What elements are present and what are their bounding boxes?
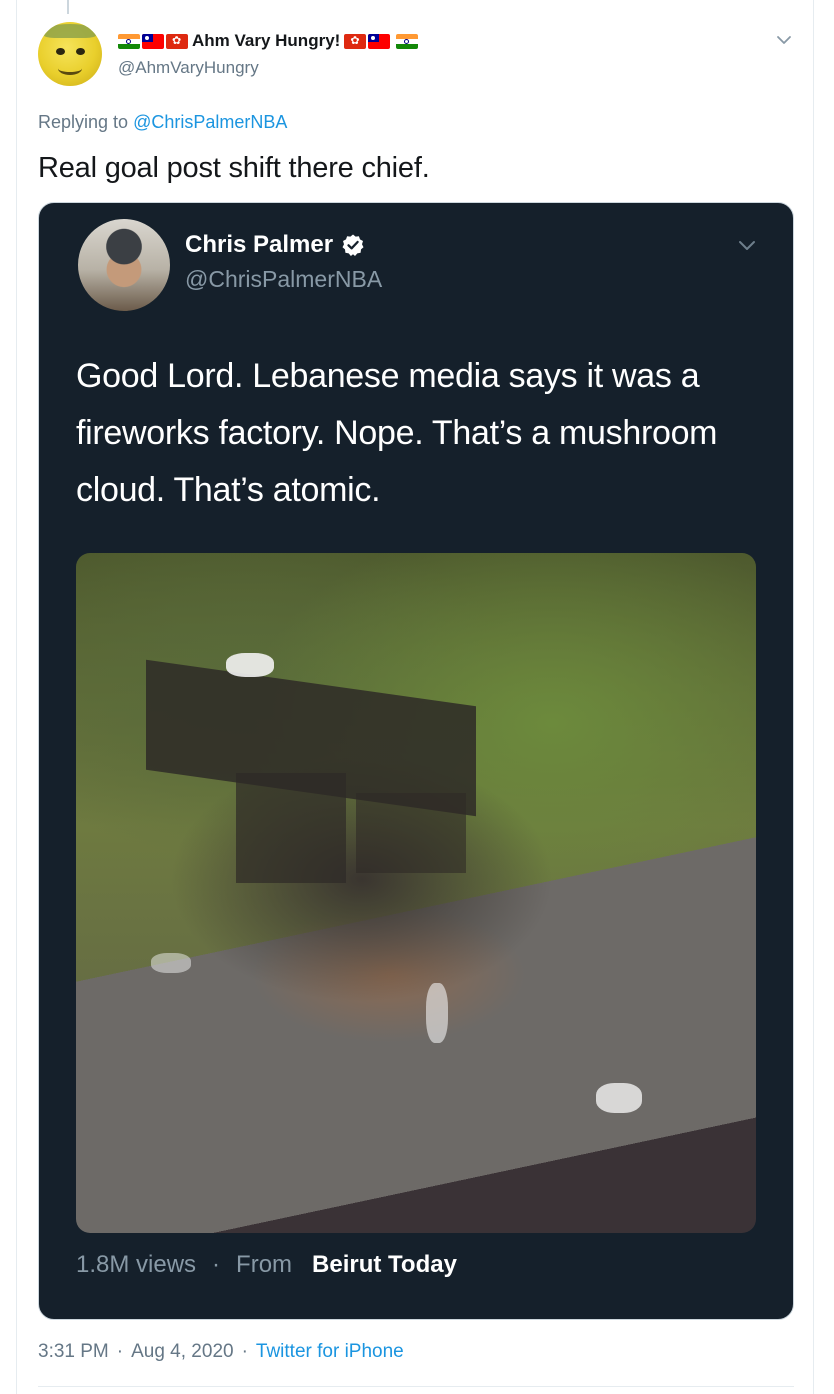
india-flag-icon [118, 33, 140, 49]
video-frame-shape [236, 773, 346, 883]
quoted-tweet[interactable]: Chris Palmer @ChrisPalmerNBA Good Lord. … [38, 202, 794, 1320]
replying-to: Replying to @ChrisPalmerNBA [38, 112, 287, 133]
video-frame-shape [356, 793, 466, 873]
view-count: 1.8M views [76, 1251, 197, 1278]
video-frame-glint [151, 953, 191, 973]
video-frame-glint [426, 983, 448, 1043]
quoted-handle[interactable]: @ChrisPalmerNBA [185, 266, 382, 293]
quoted-avatar[interactable] [76, 217, 172, 313]
replying-mention-link[interactable]: @ChrisPalmerNBA [133, 112, 287, 132]
india-flag-icon [396, 33, 419, 49]
quoted-author-name-row[interactable]: Chris Palmer [185, 231, 365, 259]
verified-badge-icon [342, 234, 364, 256]
avatar-eye [56, 48, 65, 55]
separator-dot: · [241, 1341, 248, 1362]
separator-dot: · [116, 1341, 124, 1362]
avatar-mouth [58, 62, 82, 75]
from-label: From [236, 1251, 293, 1278]
avatar-eye [76, 48, 85, 55]
video-meta: 1.8M views · From Beirut Today [76, 1251, 457, 1279]
replying-prefix: Replying to [38, 112, 129, 132]
reply-avatar[interactable] [38, 22, 102, 86]
taiwan-flag-icon [368, 33, 391, 49]
chevron-down-icon[interactable] [774, 30, 794, 50]
timestamp-date[interactable]: Aug 4, 2020 [131, 1341, 233, 1363]
video-player[interactable] [76, 553, 756, 1233]
divider [38, 1386, 794, 1387]
reply-author-name-row[interactable]: Ahm Vary Hungry! [118, 31, 419, 51]
avatar-hat [44, 24, 96, 38]
chevron-down-icon[interactable] [735, 233, 759, 257]
thread-connector-line [67, 0, 69, 14]
client-link[interactable]: Twitter for iPhone [256, 1341, 404, 1363]
tweet-metadata: 3:31 PM · Aug 4, 2020 · Twitter for iPho… [38, 1341, 404, 1363]
reply-handle[interactable]: @AhmVaryHungry [118, 58, 259, 78]
separator-dot: · [212, 1251, 221, 1278]
taiwan-flag-icon [142, 33, 164, 49]
hong-kong-flag-icon [344, 33, 367, 49]
reply-display-name[interactable]: Ahm Vary Hungry! [192, 31, 340, 51]
quoted-display-name[interactable]: Chris Palmer [185, 231, 333, 259]
reply-tweet-text: Real goal post shift there chief. [38, 152, 430, 184]
video-frame-glint [226, 653, 274, 677]
hong-kong-flag-icon [166, 33, 188, 49]
quoted-tweet-text: Good Lord. Lebanese media says it was a … [76, 357, 718, 509]
video-frame-glint [596, 1083, 642, 1113]
timestamp-time[interactable]: 3:31 PM [38, 1341, 109, 1363]
video-source-link[interactable]: Beirut Today [312, 1251, 457, 1279]
